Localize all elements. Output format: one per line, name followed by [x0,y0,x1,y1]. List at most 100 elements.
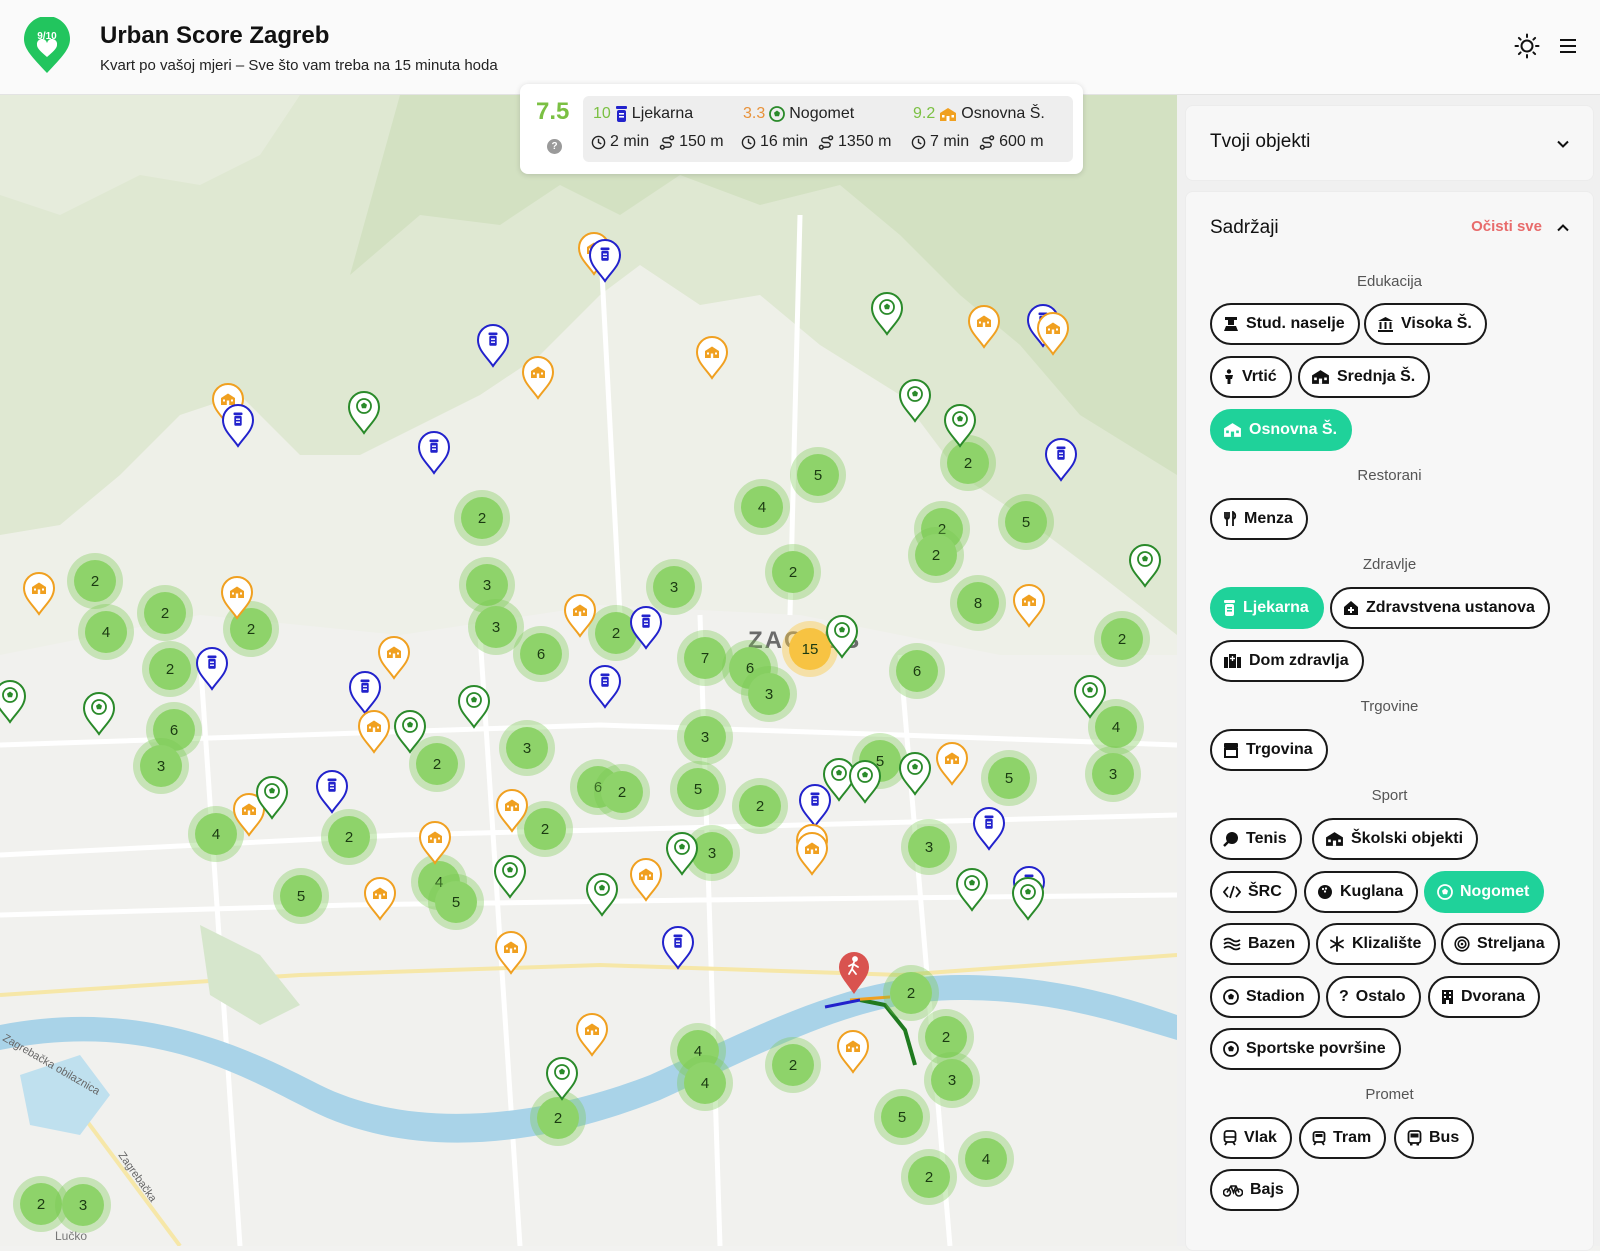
map-cluster[interactable]: 3 [677,709,733,765]
football-pin[interactable] [869,290,905,336]
football-pin[interactable] [346,389,382,435]
chevron-up-icon[interactable] [1556,221,1570,235]
school-pin[interactable] [794,830,830,876]
score-help-icon[interactable]: ? [547,139,562,154]
chip-vrtic[interactable]: Vrtić [1210,356,1292,398]
map-cluster[interactable]: 2 [901,1149,957,1205]
chip-stadion[interactable]: Stadion [1210,976,1320,1018]
school-pin[interactable] [694,334,730,380]
chip-klizaliste[interactable]: Klizalište [1316,923,1437,965]
chip-bus[interactable]: Bus [1394,1117,1475,1159]
football-pin[interactable] [1072,673,1108,719]
school-pin[interactable] [1035,310,1071,356]
school-pin[interactable] [835,1028,871,1074]
football-pin[interactable] [897,377,933,423]
map-cluster[interactable]: 2 [765,1037,821,1093]
map-canvas[interactable]: Zagrebačka obilaznica Zagrebačka Lučko Z… [0,95,1177,1246]
school-pin[interactable] [362,875,398,921]
pharmacy-pin[interactable] [220,402,256,448]
chip-vlak[interactable]: Vlak [1210,1117,1292,1159]
map-cluster[interactable]: 6 [889,643,945,699]
theme-toggle-button[interactable] [1513,32,1541,60]
map-cluster[interactable]: 5 [790,447,846,503]
map-cluster[interactable]: 3 [924,1052,980,1108]
chip-trgovina[interactable]: Trgovina [1210,729,1328,771]
pharmacy-pin[interactable] [194,645,230,691]
football-pin[interactable] [942,402,978,448]
map-cluster[interactable]: 3 [901,819,957,875]
chevron-down-icon[interactable] [1556,137,1570,151]
pharmacy-pin[interactable] [1043,436,1079,482]
chip-tenis[interactable]: Tenis [1210,818,1302,860]
map-cluster[interactable]: 2 [321,809,377,865]
map-cluster[interactable]: 4 [677,1055,733,1111]
map-cluster[interactable]: 5 [998,494,1054,550]
football-pin[interactable] [664,830,700,876]
map-cluster[interactable]: 2 [137,585,193,641]
football-pin[interactable] [254,774,290,820]
school-pin[interactable] [21,570,57,616]
chip-sportske-povrsine[interactable]: Sportske površine [1210,1028,1401,1070]
pharmacy-pin[interactable] [971,805,1007,851]
school-pin[interactable] [966,303,1002,349]
school-pin[interactable] [562,592,598,638]
map-cluster[interactable]: 2 [732,778,788,834]
pharmacy-pin[interactable] [660,924,696,970]
clear-all-button[interactable]: Očisti sve [1471,218,1542,235]
chip-kuglana[interactable]: Kuglana [1304,871,1419,913]
football-pin[interactable] [492,853,528,899]
football-pin[interactable] [456,683,492,729]
map-cluster[interactable]: 3 [55,1177,111,1233]
map-cluster[interactable]: 4 [734,479,790,535]
chip-srednja-skola[interactable]: Srednja Š. [1298,356,1431,398]
chip-src[interactable]: ŠRC [1210,871,1297,913]
map-cluster[interactable]: 2 [765,544,821,600]
football-pin[interactable] [584,871,620,917]
school-pin[interactable] [417,819,453,865]
football-pin[interactable] [954,866,990,912]
map-cluster[interactable]: 4 [958,1131,1014,1187]
chip-osnovna-skola[interactable]: Osnovna Š. [1210,409,1353,451]
logo-heart-pin-icon[interactable]: 9/10 [22,17,72,75]
chip-skolski-objekti[interactable]: Školski objekti [1312,818,1479,860]
score-summary-card[interactable]: 7.5 ? 10 Ljekarna 2 min 150 m 3.3 Nogome… [520,84,1083,174]
map-cluster[interactable]: 2 [594,764,650,820]
pharmacy-pin[interactable] [314,768,350,814]
chip-tram[interactable]: Tram [1299,1117,1387,1159]
map-cluster[interactable]: 3 [741,666,797,722]
map-cluster[interactable]: 5 [874,1089,930,1145]
football-pin[interactable] [392,708,428,754]
chip-bazen[interactable]: Bazen [1210,923,1311,965]
school-pin[interactable] [520,354,556,400]
pharmacy-pin[interactable] [628,604,664,650]
chip-zdravstvena-ustanova[interactable]: Zdravstvena ustanova [1330,587,1550,629]
football-pin[interactable] [0,678,28,724]
football-pin[interactable] [81,690,117,736]
chip-visoka-skola[interactable]: Visoka Š. [1364,303,1487,345]
school-pin[interactable] [574,1011,610,1057]
school-pin[interactable] [934,740,970,786]
user-location-marker[interactable] [836,950,872,996]
football-pin[interactable] [1127,542,1163,588]
chip-stud-naselje[interactable]: Stud. naselje [1210,303,1360,345]
map-cluster[interactable]: 3 [1085,746,1141,802]
map-cluster[interactable]: 2 [1094,611,1150,667]
school-pin[interactable] [356,708,392,754]
chip-dom-zdravlja[interactable]: Dom zdravlja [1210,640,1364,682]
map-cluster[interactable]: 5 [670,761,726,817]
chip-ostalo[interactable]: ? Ostalo [1326,976,1421,1018]
map-cluster[interactable]: 5 [273,868,329,924]
pharmacy-pin[interactable] [587,237,623,283]
map-cluster[interactable]: 5 [428,874,484,930]
school-pin[interactable] [493,929,529,975]
map-cluster[interactable]: 2 [142,641,198,697]
map-cluster[interactable]: 2 [908,527,964,583]
pharmacy-pin[interactable] [475,322,511,368]
school-pin[interactable] [219,574,255,620]
chip-dvorana[interactable]: Dvorana [1428,976,1541,1018]
school-pin[interactable] [1011,582,1047,628]
school-pin[interactable] [494,787,530,833]
map-cluster[interactable]: 8 [950,575,1006,631]
football-pin[interactable] [897,750,933,796]
football-pin[interactable] [544,1055,580,1101]
